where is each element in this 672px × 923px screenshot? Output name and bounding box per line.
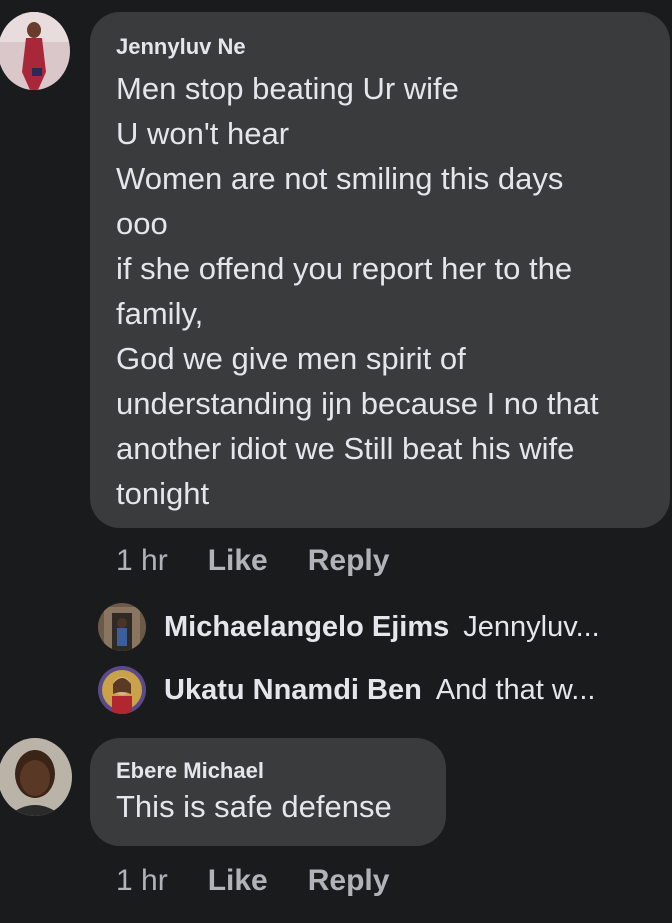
comment-text-line: if she offend you report her to the (116, 251, 573, 286)
comment-text-line: ooo (116, 206, 168, 241)
commenter-avatar-jennyluv[interactable] (0, 12, 70, 90)
comment-author[interactable]: Ebere Michael (116, 758, 446, 784)
reply-preview[interactable]: Michaelangelo Ejims Jennyluv... (98, 603, 600, 651)
comment-bubble: Ebere Michael This is safe defense (90, 738, 446, 846)
profile-photo-icon (98, 603, 146, 651)
comment-text-line: another idiot we Still beat his wife (116, 431, 575, 466)
comment-body: Men stop beating Ur wife U won't hear Wo… (116, 66, 670, 516)
profile-photo-icon (0, 12, 70, 90)
comment-text-line: U won't hear (116, 116, 290, 151)
reply-avatar[interactable] (98, 666, 146, 714)
reply-button[interactable]: Reply (308, 864, 390, 898)
comments-thread: Jennyluv Ne Men stop beating Ur wife U w… (0, 0, 672, 923)
reply-author[interactable]: Ukatu Nnamdi Ben (164, 674, 422, 707)
like-button[interactable]: Like (208, 544, 268, 578)
reply-text-preview: Jennyluv... (463, 610, 600, 643)
comment-actions: 1 hr Like Reply (116, 864, 389, 898)
comment-text-line: family, (116, 296, 204, 331)
profile-photo-icon (0, 738, 72, 816)
reply-text-preview: And that w... (435, 673, 596, 706)
reply-preview[interactable]: Ukatu Nnamdi Ben And that w... (98, 666, 595, 714)
comment-timestamp[interactable]: 1 hr (116, 544, 168, 578)
comment-author[interactable]: Jennyluv Ne (116, 34, 670, 60)
like-button[interactable]: Like (208, 864, 268, 898)
comment-text-line: Women are not smiling this days (116, 161, 564, 196)
comment-text-line: tonight (116, 476, 210, 511)
comment-actions: 1 hr Like Reply (116, 544, 389, 578)
reply-avatar[interactable] (98, 603, 146, 651)
commenter-avatar-ebere[interactable] (0, 738, 72, 816)
comment-text-line: This is safe defense (116, 789, 392, 824)
comment-text-line: understanding ijn because I no that (116, 386, 599, 421)
comment-timestamp[interactable]: 1 hr (116, 864, 168, 898)
reply-author[interactable]: Michaelangelo Ejims (164, 611, 449, 644)
comment-bubble: Jennyluv Ne Men stop beating Ur wife U w… (90, 12, 670, 528)
comment-text-line: God we give men spirit of (116, 341, 466, 376)
reply-button[interactable]: Reply (308, 544, 390, 578)
comment-text-line: Men stop beating Ur wife (116, 71, 459, 106)
profile-photo-icon (98, 666, 146, 714)
